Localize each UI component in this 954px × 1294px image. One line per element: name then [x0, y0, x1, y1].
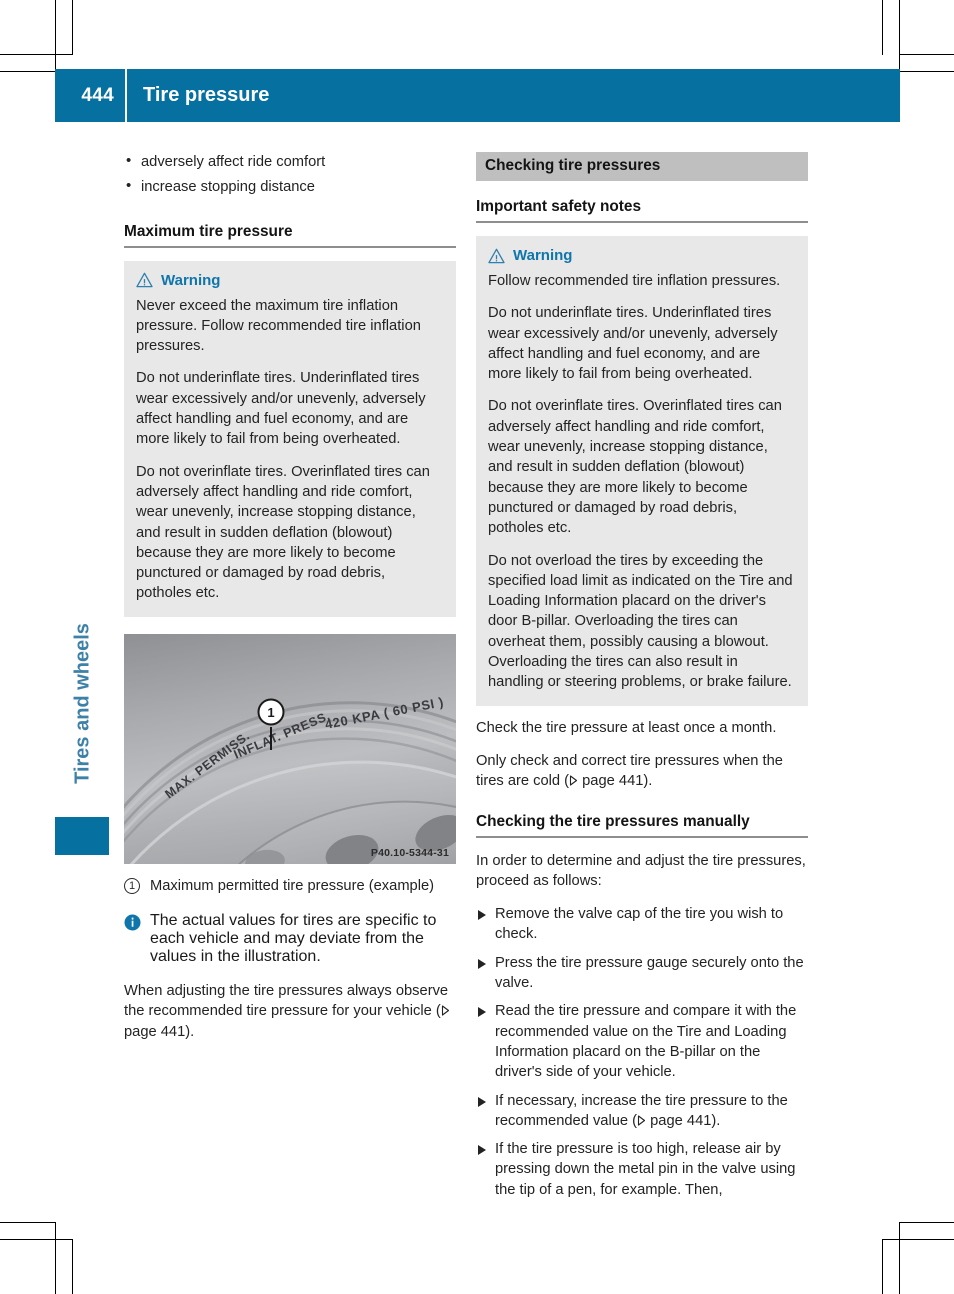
bullet-text: increase stopping distance — [141, 179, 315, 196]
list-item: Press the tire pressure gauge securely o… — [476, 953, 808, 994]
step-text-b: ). — [711, 1112, 721, 1129]
crop-mark-bottom-left-h2 — [0, 1239, 72, 1240]
figure-legend: 1 Maximum permitted tire pressure (examp… — [124, 876, 456, 896]
section-heading-checking-manually: Checking the tire pressures manually — [476, 813, 808, 838]
procedure-step-list: Remove the valve cap of the tire you wis… — [476, 904, 808, 1200]
step-text: If the tire pressure is too high, releas… — [495, 1141, 796, 1198]
step-xref: page 441 — [646, 1112, 712, 1129]
page-header: 444 Tire pressure — [55, 69, 900, 122]
warning-box-maximum-tire-pressure: Warning Never exceed the maximum tire in… — [124, 260, 456, 617]
info-circle-icon — [124, 914, 141, 931]
warning-label: Warning — [161, 271, 221, 289]
wheel-figure-svg: MAX. PERMISS. INFLAT. PRESS. 420 KPA ( 6… — [124, 633, 456, 864]
warning-paragraph: Follow recommended tire inflation pressu… — [488, 273, 781, 289]
body-paragraph-manual-intro: In order to determine and adjust the tir… — [476, 852, 806, 889]
crop-mark-top-right-v2 — [899, 0, 900, 72]
closing-paragraph: When adjusting the tire pressures always… — [124, 981, 456, 1042]
list-item: 1 Maximum permitted tire pressure (examp… — [124, 876, 456, 896]
list-item: If the tire pressure is too high, releas… — [476, 1139, 808, 1200]
warning-label: Warning — [513, 247, 573, 264]
crop-mark-bottom-right-h1 — [899, 1222, 954, 1223]
warning-paragraph: Do not overload the tires by exceeding t… — [488, 552, 793, 691]
info-note: The actual values for tires are specific… — [124, 912, 456, 966]
crop-mark-top-left-h1 — [0, 54, 72, 55]
intro-bullet-list: adversely affect ride comfort increase s… — [124, 151, 456, 198]
crop-mark-top-left-v2 — [72, 0, 73, 55]
page-number: 444 — [81, 84, 114, 106]
crop-mark-bottom-right-h2 — [882, 1239, 954, 1240]
right-column: Checking tire pressures Important safety… — [476, 152, 808, 1208]
left-column: adversely affect ride comfort increase s… — [124, 151, 456, 1042]
callout-number: 1 — [267, 705, 274, 720]
body-paragraph-check-monthly: Check the tire pressure at least once a … — [476, 719, 777, 736]
warning-paragraph: Never exceed the maximum tire inflation … — [136, 297, 421, 355]
warning-triangle-icon — [136, 272, 153, 288]
page-title: Tire pressure — [143, 84, 270, 106]
list-item: increase stopping distance — [124, 176, 456, 197]
body-paragraph-cold-tires: Only check and correct tire pressures wh… — [476, 751, 808, 792]
crop-mark-bottom-left-v2 — [72, 1239, 73, 1294]
warning-box-safety-notes: Warning Follow recommended tire inflatio… — [476, 236, 808, 706]
cold-text-b: ). — [643, 773, 653, 790]
list-item: Read the tire pressure and compare it wi… — [476, 1001, 808, 1082]
crop-mark-bottom-left-h1 — [0, 1222, 55, 1223]
warning-paragraph: Do not overinflate tires. Overinflated t… — [488, 398, 782, 537]
closing-text-a: When adjusting the tire pressures always… — [124, 983, 449, 1020]
crop-mark-bottom-right-v2 — [899, 1222, 900, 1294]
crop-mark-top-left-h2 — [0, 71, 55, 72]
closing-xref: page 441 — [124, 1023, 186, 1040]
bullet-text: adversely affect ride comfort — [141, 154, 326, 170]
step-text: Remove the valve cap of the tire you wis… — [495, 906, 784, 943]
chapter-tab-marker — [55, 817, 109, 855]
list-item: If necessary, increase the tire pressure… — [476, 1091, 808, 1132]
closing-text-b: ). — [185, 1023, 195, 1040]
warning-header: Warning — [136, 272, 444, 289]
crop-mark-top-left-v1 — [55, 0, 56, 72]
chapter-tab-label: Tires and wheels — [71, 623, 94, 784]
chapter-tab: Tires and wheels — [55, 600, 111, 870]
crop-mark-top-right-v1 — [882, 0, 883, 55]
list-item: adversely affect ride comfort — [124, 151, 456, 172]
warning-header: Warning — [488, 247, 796, 264]
warning-paragraph: Do not underinflate tires. Underinflated… — [136, 370, 426, 448]
warning-triangle-icon — [488, 248, 505, 263]
warning-paragraph: Do not overinflate tires. Overinflated t… — [136, 463, 430, 602]
tire-sidewall-illustration: MAX. PERMISS. INFLAT. PRESS. 420 KPA ( 6… — [124, 633, 456, 864]
crop-mark-bottom-left-v1 — [55, 1222, 56, 1294]
cross-reference-icon — [638, 1115, 646, 1126]
step-text: Press the tire pressure gauge securely o… — [495, 954, 804, 992]
info-note-text: The actual values for tires are specific… — [150, 912, 437, 966]
band-heading-checking-tire-pressures: Checking tire pressures — [476, 152, 808, 181]
crop-mark-bottom-right-v1 — [882, 1239, 883, 1294]
legend-number: 1 — [124, 877, 140, 894]
section-heading-important-safety-notes: Important safety notes — [476, 198, 808, 223]
list-item: Remove the valve cap of the tire you wis… — [476, 904, 808, 945]
section-heading-maximum-tire-pressure: Maximum tire pressure — [124, 223, 456, 248]
cross-reference-icon — [570, 775, 578, 786]
warning-paragraph: Do not underinflate tires. Underinflated… — [488, 305, 778, 383]
cross-reference-icon — [441, 1005, 449, 1016]
legend-text: Maximum permitted tire pressure (example… — [150, 877, 435, 894]
figure-image-code: P40.10-5344-31 — [370, 846, 449, 859]
manual-page: 444 Tire pressure Tires and wheels adver… — [0, 0, 954, 1294]
crop-mark-top-right-h1 — [899, 54, 954, 55]
step-text: Read the tire pressure and compare it wi… — [495, 1003, 797, 1081]
cold-xref: page 441 — [578, 773, 644, 790]
